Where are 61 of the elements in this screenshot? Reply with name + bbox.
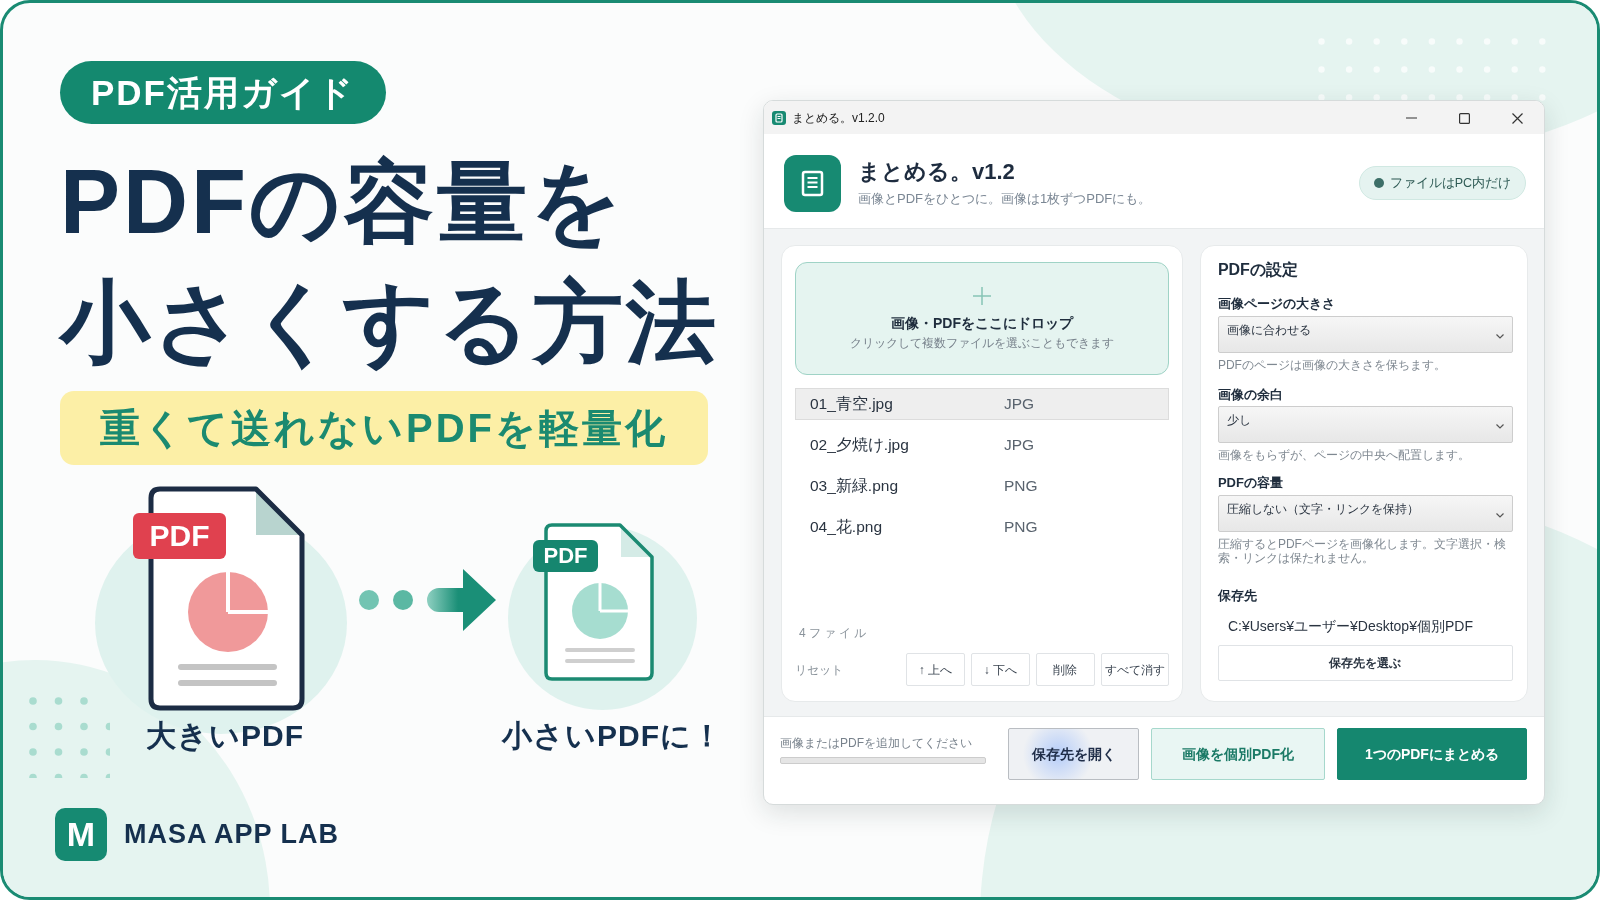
file-list-item[interactable]: 04_花.png PNG bbox=[795, 511, 1169, 543]
file-name: 01_青空.jpg bbox=[810, 394, 894, 415]
file-type: PNG bbox=[1004, 517, 1038, 538]
chevron-down-icon bbox=[1496, 424, 1504, 429]
field-label: PDFの容量 bbox=[1217, 474, 1284, 492]
file-name: 03_新緑.png bbox=[810, 476, 900, 497]
tagline-banner: 重くて送れないPDFを軽量化 bbox=[60, 391, 708, 465]
chevron-down-icon bbox=[1496, 334, 1504, 339]
headline: PDFの容量を 小さくする方法 bbox=[60, 151, 719, 374]
file-type: JPG bbox=[1004, 435, 1035, 456]
status-text: 画像またはPDFを追加してください bbox=[780, 735, 973, 751]
field-label: 画像ページの大きさ bbox=[1217, 295, 1336, 313]
file-list-item[interactable]: 01_青空.jpg JPG bbox=[795, 388, 1169, 420]
field-hint: 圧縮するとPDFページを画像化します。文字選択・検索・リンクは保たれません。 bbox=[1217, 537, 1507, 565]
separate-pdf-button[interactable]: 画像を個別PDF化 bbox=[1151, 728, 1325, 780]
dotted-arrow-icon bbox=[359, 569, 496, 631]
plus-icon bbox=[972, 286, 991, 305]
file-count: 4ファイル bbox=[798, 625, 870, 641]
app-icon bbox=[772, 110, 786, 125]
field-label: 保存先 bbox=[1217, 587, 1258, 605]
settings-title: PDFの設定 bbox=[1217, 260, 1299, 280]
chevron-down-icon bbox=[1496, 513, 1504, 518]
field-hint: 画像をもらずが、ページの中央へ配置します。 bbox=[1217, 448, 1471, 462]
save-path-text: C:¥Users¥ユーザー¥Desktop¥個別PDF bbox=[1226, 617, 1474, 636]
move-down-button[interactable]: ↓ 下へ bbox=[970, 653, 1030, 686]
clear-all-button[interactable]: すべて消す bbox=[1100, 653, 1169, 686]
drop-zone-hint: クリックして複数ファイルを選ぶこともできます bbox=[849, 334, 1114, 351]
choose-folder-button[interactable]: 保存先を選ぶ bbox=[1217, 645, 1513, 681]
file-type: PNG bbox=[1004, 476, 1038, 497]
open-folder-button[interactable]: 保存先を開く bbox=[1008, 728, 1139, 780]
drop-zone[interactable]: 画像・PDFをここにドロップ クリックして複数ファイルを選ぶこともできます bbox=[795, 262, 1169, 375]
dropdown-select[interactable]: 圧縮しない（文字・リンクを保持） bbox=[1217, 495, 1513, 532]
merge-pdf-button[interactable]: 1つのPDFにまとめる bbox=[1337, 728, 1527, 780]
caption: 大きいPDF bbox=[146, 718, 304, 754]
file-name: 02_夕焼け.jpg bbox=[810, 435, 910, 456]
move-up-button[interactable]: ↑ 上へ bbox=[905, 653, 965, 686]
caption: 小さいPDFに！ bbox=[502, 718, 723, 754]
window-title: まとめる。v1.2.0 bbox=[792, 109, 885, 127]
file-name: 04_花.png bbox=[810, 517, 884, 538]
file-list-item[interactable]: 03_新緑.png PNG bbox=[795, 470, 1169, 502]
status-dot-icon bbox=[1373, 178, 1384, 188]
dropdown-select[interactable]: 少し bbox=[1217, 406, 1513, 443]
brand-name: MASA APP LAB bbox=[124, 818, 339, 852]
maximize-icon bbox=[1459, 112, 1470, 124]
field-label: 画像の余白 bbox=[1217, 386, 1284, 404]
minimize-icon bbox=[1406, 117, 1417, 120]
file-type: JPG bbox=[1004, 394, 1035, 415]
file-list-item[interactable]: 02_夕焼け.jpg JPG bbox=[795, 429, 1169, 461]
brand-logo: M bbox=[55, 808, 107, 861]
app-title: まとめる。v1.2 bbox=[858, 158, 1016, 186]
app-logo-icon bbox=[784, 154, 841, 212]
guide-badge: PDF活用ガイド bbox=[60, 61, 386, 124]
dropdown-select[interactable]: 画像に合わせる bbox=[1217, 316, 1513, 353]
pdf-tag: PDF bbox=[533, 540, 598, 572]
drop-zone-title: 画像・PDFをここにドロップ bbox=[890, 313, 1073, 333]
field-hint: PDFのページは画像の大きさを保ちます。 bbox=[1217, 358, 1447, 372]
pdf-tag: PDF bbox=[133, 513, 226, 559]
delete-button[interactable]: 削除 bbox=[1035, 653, 1095, 686]
app-subtitle: 画像とPDFをひとつに。画像は1枚ずつPDFにも。 bbox=[858, 190, 1152, 208]
close-icon bbox=[1512, 112, 1523, 124]
privacy-badge-label: ファイルはPC内だけ bbox=[1389, 174, 1511, 192]
